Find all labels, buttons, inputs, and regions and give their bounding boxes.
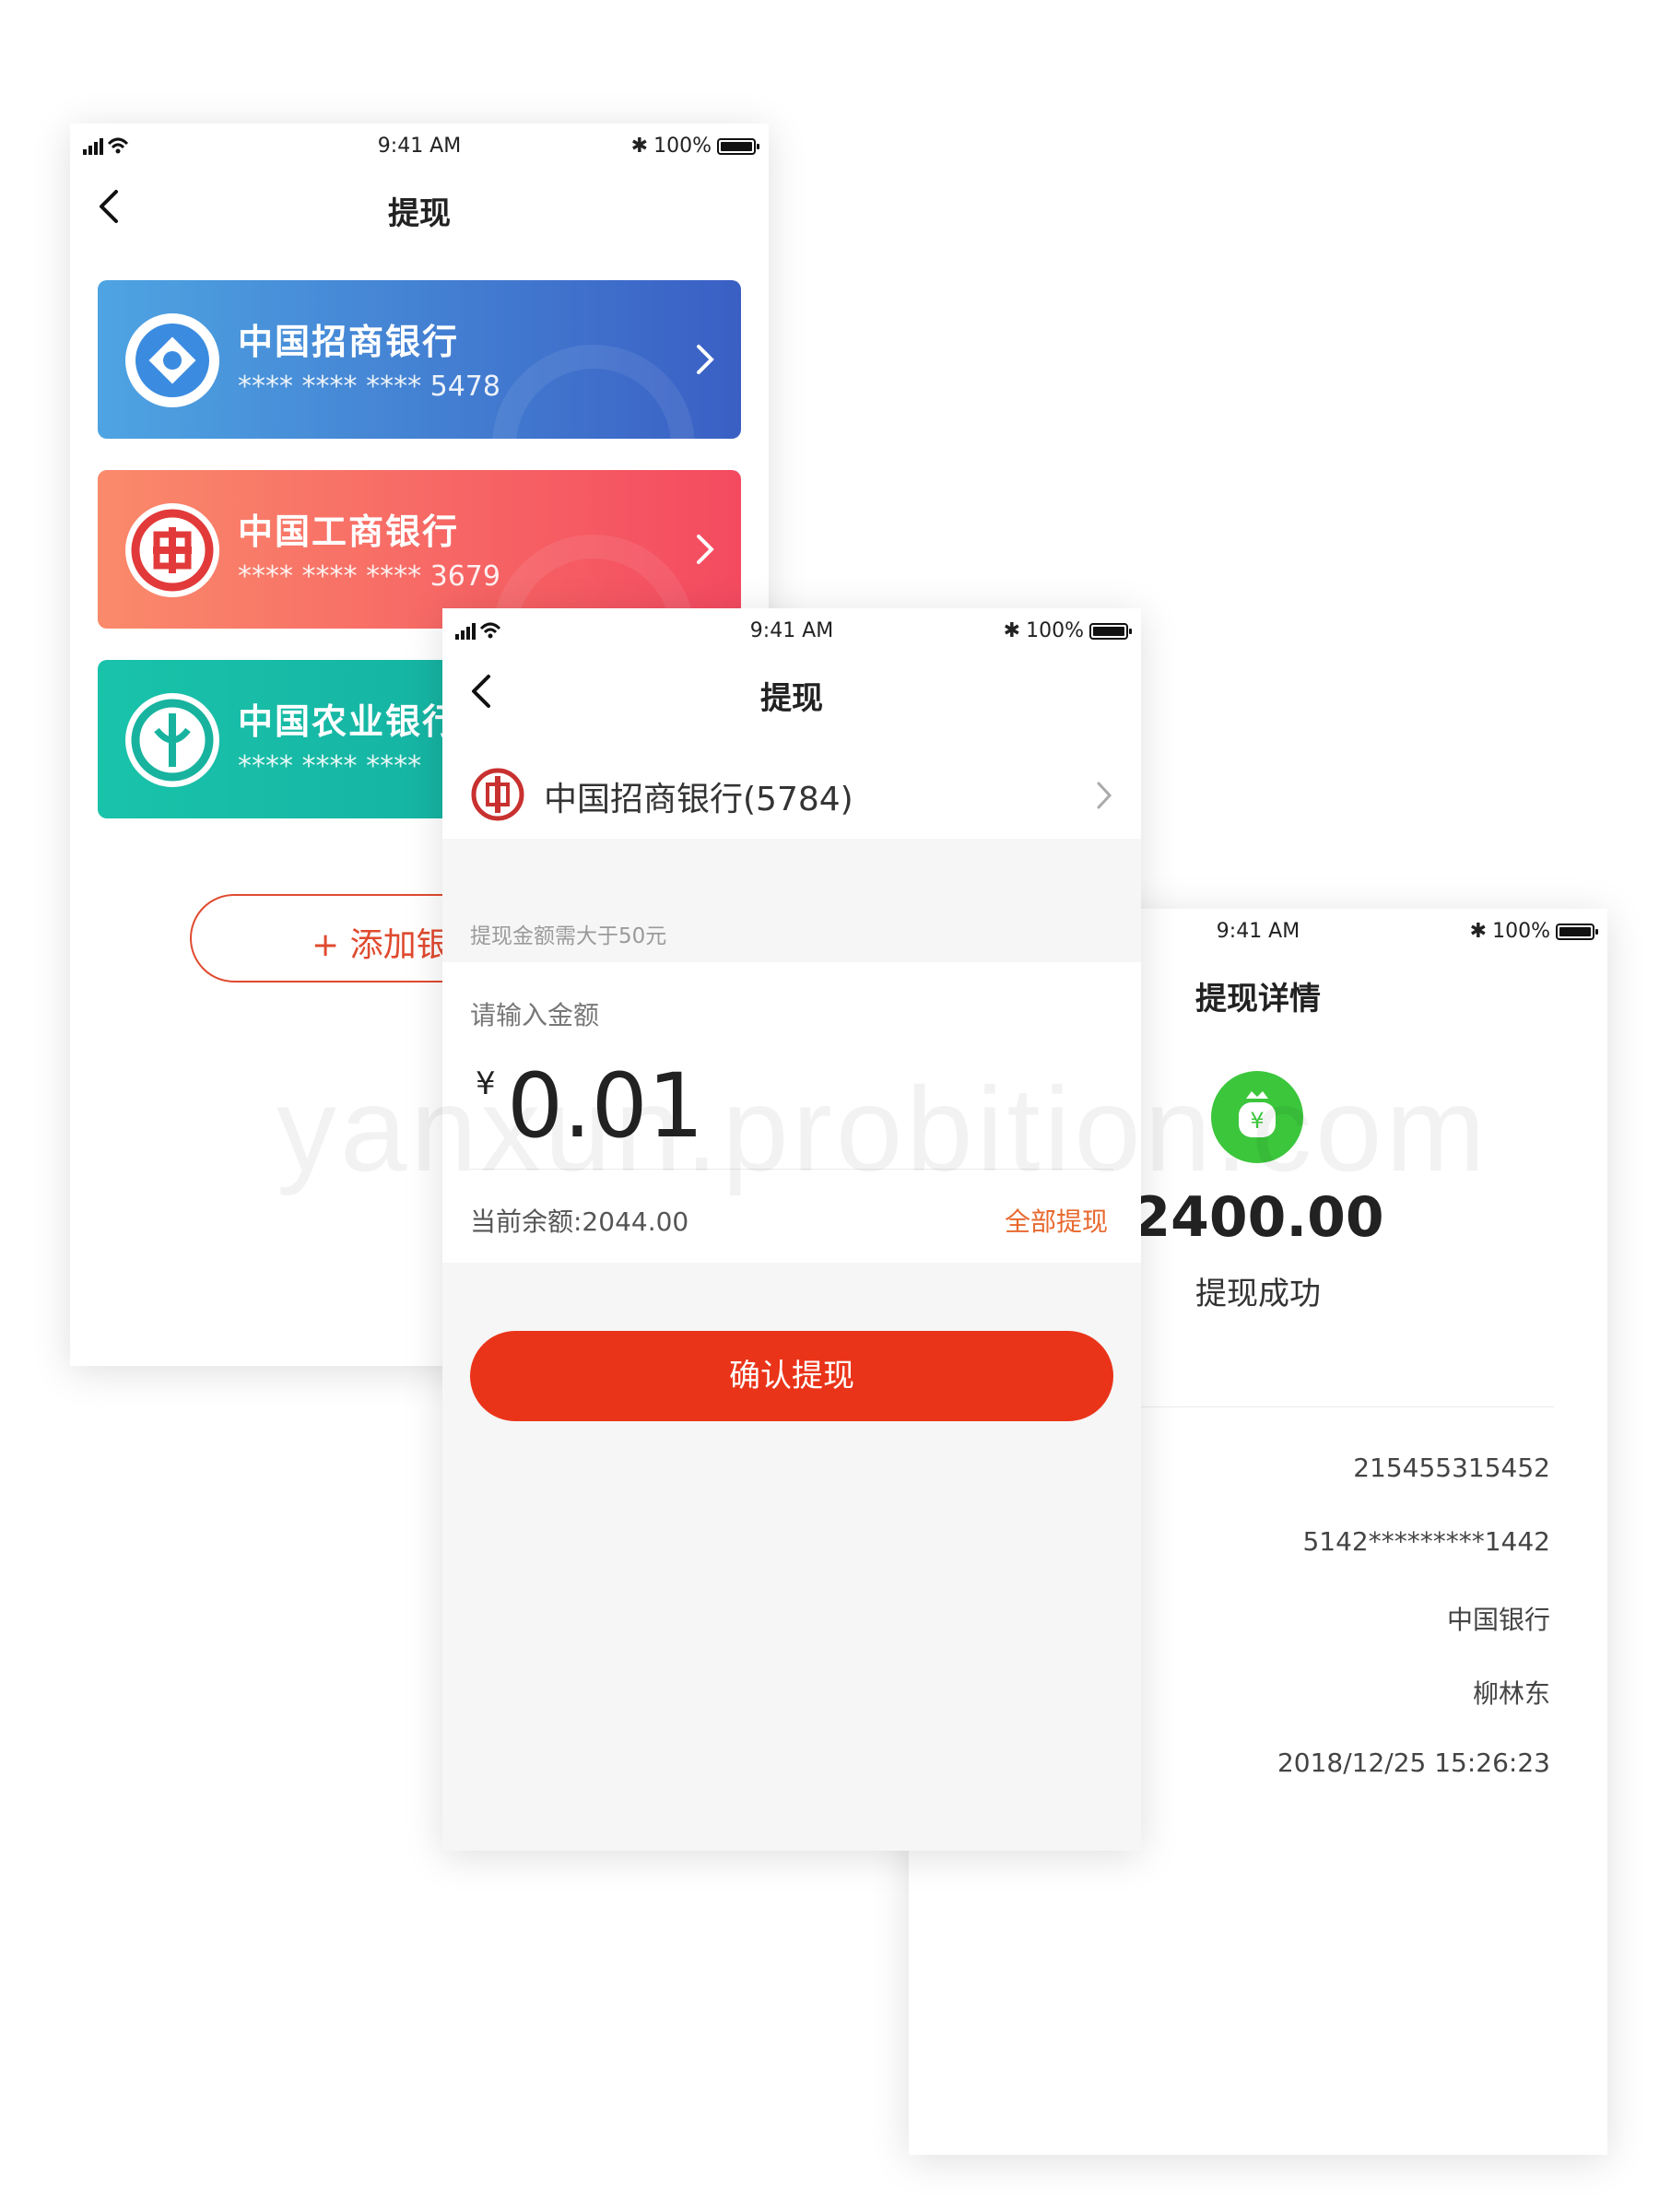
abc-logo-icon [125, 693, 219, 787]
battery-percent: 100% [1026, 619, 1084, 642]
watermark: yanxun.probition.com [276, 1062, 1489, 1196]
battery-icon [1089, 622, 1132, 640]
chevron-right-icon [697, 345, 714, 374]
bluetooth-icon: ✱ [630, 135, 649, 158]
detail-card-number: 5142*********1442 [1302, 1526, 1550, 1557]
card-number: **** **** **** 5478 [238, 371, 500, 403]
chevron-right-icon[interactable] [1095, 778, 1113, 813]
amount-label: 请输入金额 [470, 1000, 600, 1030]
withdraw-input-screen: 9:41 AM ✱ 100% 提现 中国招商银行(5784) 提现金额需大于50… [442, 608, 1141, 1851]
status-bar: 9:41 AM ✱ 100% [70, 124, 769, 168]
battery-icon [1556, 923, 1598, 940]
cmb-logo-icon [125, 313, 219, 407]
battery-percent: 100% [653, 135, 712, 158]
current-balance: 当前余额:2044.00 [470, 1206, 689, 1237]
confirm-withdraw-button[interactable]: 确认提现 [470, 1331, 1113, 1421]
status-bar: 9:41 AM ✱ 100% [442, 608, 1141, 653]
bank-name: 中国招商银行 [238, 322, 460, 362]
bank-name: 中国农业银行 [238, 701, 460, 742]
detail-account-name: 柳林东 [1472, 1678, 1550, 1709]
bank-logo-icon [471, 768, 524, 821]
withdraw-all-link[interactable]: 全部提现 [1005, 1202, 1108, 1239]
icbc-logo-icon [125, 503, 219, 597]
bluetooth-icon: ✱ [1003, 619, 1021, 642]
battery-percent: 100% [1492, 920, 1550, 943]
detail-order-number: 215455315452 [1353, 1453, 1550, 1483]
bluetooth-icon: ✱ [1469, 920, 1488, 943]
bank-name: 中国工商银行 [238, 512, 460, 552]
chevron-right-icon [697, 535, 714, 564]
bank-card-icbc[interactable]: 中国工商银行 **** **** **** 3679 [98, 470, 741, 629]
detail-time: 2018/12/25 15:26:23 [1277, 1747, 1550, 1778]
page-title: 提现 [760, 680, 823, 717]
nav-bar: 提现 [442, 664, 1141, 719]
page-title: 提现 [388, 195, 451, 232]
nav-bar: 提现 [70, 179, 769, 234]
selected-bank[interactable]: 中国招商银行(5784) [544, 772, 853, 820]
card-number: **** **** **** 3679 [238, 560, 500, 593]
battery-icon [717, 137, 759, 155]
card-number: **** **** **** [238, 750, 422, 782]
bank-card-cmb[interactable]: 中国招商银行 **** **** **** 5478 [98, 280, 741, 439]
withdraw-hint: 提现金额需大于50元 [470, 924, 667, 948]
detail-bank: 中国银行 [1446, 1605, 1550, 1635]
